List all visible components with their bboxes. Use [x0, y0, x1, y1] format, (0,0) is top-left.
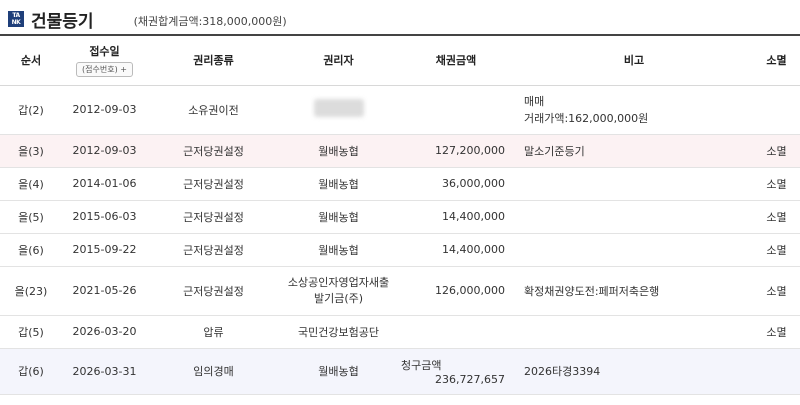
cell-type: 근저당권설정: [147, 167, 280, 201]
cell-holder: 월배농협: [280, 200, 397, 234]
cell-extinct: [753, 85, 800, 135]
cell-type: 근저당권설정: [147, 266, 280, 316]
cell-type: 압류: [147, 315, 280, 349]
table-row: 을(5) 2015-06-03 근저당권설정 월배농협 14,400,000 소…: [0, 200, 800, 234]
table-row: 을(4) 2014-01-06 근저당권설정 월배농협 36,000,000 소…: [0, 167, 800, 201]
cell-date: 2015-09-22: [62, 233, 147, 267]
holder-line: 소상공인자영업자새출: [287, 275, 390, 289]
cell-note: 확정채권양도전:페퍼저축은행: [515, 266, 753, 316]
section-header: TA NK 건물등기 (채권합계금액:318,000,000원): [8, 6, 287, 32]
table-header-row: 순서 접수일 (접수번호) + 권리종류 권리자 채권금액 비고 소멸: [0, 35, 800, 86]
cell-bond: 127,200,000: [397, 134, 515, 168]
cell-holder: 월배농협: [280, 167, 397, 201]
cell-seq: 갑(5): [0, 315, 62, 349]
cell-date: 2015-06-03: [62, 200, 147, 234]
section-title: 건물등기: [31, 11, 94, 32]
cell-type: 근저당권설정: [147, 134, 280, 168]
cell-bond: 청구금액 236,727,657: [397, 348, 515, 395]
table-row: 을(6) 2015-09-22 근저당권설정 월배농협 14,400,000 소…: [0, 233, 800, 267]
cell-date: 2012-09-03: [62, 134, 147, 168]
cell-seq: 을(3): [0, 134, 62, 168]
cell-seq: 을(6): [0, 233, 62, 267]
cell-note: 2026타경3394: [515, 348, 753, 395]
col-seq: 순서: [0, 35, 62, 86]
cell-type: 임의경매: [147, 348, 280, 395]
cell-bond: [397, 85, 515, 135]
cell-extinct: 소멸: [753, 266, 800, 316]
note-line: 거래가액:162,000,000원: [524, 111, 649, 125]
cell-seq: 을(23): [0, 266, 62, 316]
building-registry-table: 순서 접수일 (접수번호) + 권리종류 권리자 채권금액 비고 소멸 갑(2)…: [0, 34, 800, 395]
table-row: 갑(6) 2026-03-31 임의경매 월배농협 청구금액 236,727,6…: [0, 348, 800, 395]
table-row: 을(23) 2021-05-26 근저당권설정 소상공인자영업자새출 발기금(주…: [0, 266, 800, 316]
cell-seq: 을(5): [0, 200, 62, 234]
cell-type: 근저당권설정: [147, 233, 280, 267]
holder-line: 발기금(주): [313, 291, 364, 305]
cell-type: 소유권이전: [147, 85, 280, 135]
cell-date: 2014-01-06: [62, 167, 147, 201]
receipt-number-toggle-button[interactable]: (접수번호) +: [76, 62, 133, 78]
cell-date: 2026-03-20: [62, 315, 147, 349]
cell-extinct: [753, 348, 800, 395]
cell-holder: 월배농협: [280, 348, 397, 395]
note-line: 매매: [524, 94, 545, 108]
col-right-type: 권리종류: [147, 35, 280, 86]
cell-bond: 126,000,000: [397, 266, 515, 316]
cell-bond: 14,400,000: [397, 200, 515, 234]
cell-date: 2026-03-31: [62, 348, 147, 395]
cell-bond: [397, 315, 515, 349]
cell-type: 근저당권설정: [147, 200, 280, 234]
col-holder: 권리자: [280, 35, 397, 86]
tank-logo-icon: TA NK: [8, 11, 24, 27]
claim-label: 청구금액: [401, 358, 442, 372]
cell-holder: 국민건강보험공단: [280, 315, 397, 349]
cell-date: 2021-05-26: [62, 266, 147, 316]
col-extinct: 소멸: [753, 35, 800, 86]
cell-note: [515, 200, 753, 234]
claim-amount: 236,727,657: [435, 372, 505, 386]
cell-bond: 14,400,000: [397, 233, 515, 267]
cell-extinct: 소멸: [753, 233, 800, 267]
cell-bond: 36,000,000: [397, 167, 515, 201]
cell-date: 2012-09-03: [62, 85, 147, 135]
cell-extinct: 소멸: [753, 200, 800, 234]
table-row: 을(3) 2012-09-03 근저당권설정 월배농협 127,200,000 …: [0, 134, 800, 168]
cell-holder: 월배농협: [280, 134, 397, 168]
table-row: 갑(5) 2026-03-20 압류 국민건강보험공단 소멸: [0, 315, 800, 349]
cell-extinct: 소멸: [753, 167, 800, 201]
cell-seq: 갑(2): [0, 85, 62, 135]
cell-note: [515, 233, 753, 267]
redacted-holder: [313, 99, 364, 117]
cell-note: [515, 315, 753, 349]
cell-holder: 월배농협: [280, 233, 397, 267]
cell-seq: 갑(6): [0, 348, 62, 395]
col-receipt-date: 접수일 (접수번호) +: [62, 35, 147, 86]
cell-note: 말소기준등기: [515, 134, 753, 168]
col-bond-amount: 채권금액: [397, 35, 515, 86]
table-row: 갑(2) 2012-09-03 소유권이전 매매 거래가액:162,000,00…: [0, 85, 800, 135]
col-note: 비고: [515, 35, 753, 86]
cell-extinct: 소멸: [753, 134, 800, 168]
cell-holder: [280, 85, 397, 135]
col-receipt-label: 접수일: [89, 45, 120, 59]
cell-holder: 소상공인자영업자새출 발기금(주): [280, 266, 397, 316]
cell-note: [515, 167, 753, 201]
cell-extinct: 소멸: [753, 315, 800, 349]
cell-note: 매매 거래가액:162,000,000원: [515, 85, 753, 135]
cell-seq: 을(4): [0, 167, 62, 201]
bond-total: (채권합계금액:318,000,000원): [133, 15, 287, 28]
